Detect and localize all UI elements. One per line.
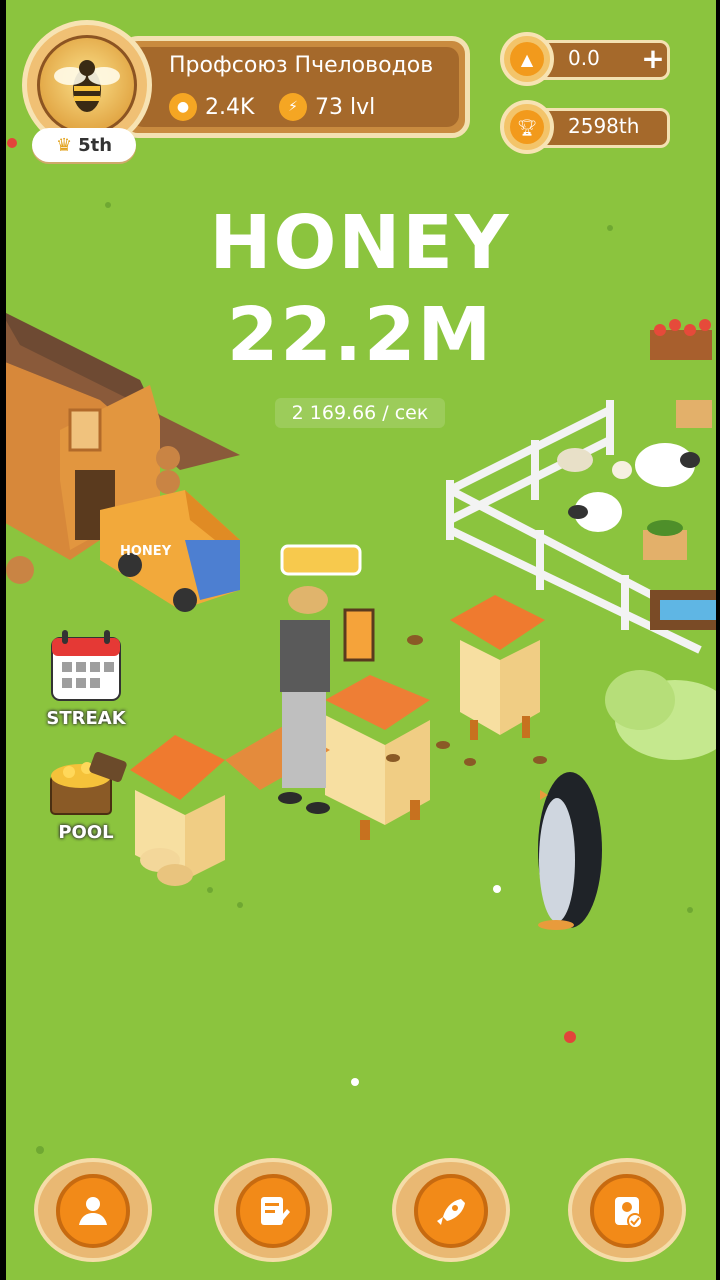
rank-value: 5th [78,134,113,156]
lightning-icon: ⚡ [279,93,307,121]
sheep [557,443,700,532]
members-icon: ● [169,93,197,121]
treasure-chest-icon [50,751,127,815]
leaderboard-rank: 2598th [568,114,640,138]
beehive-right [450,595,545,740]
nav-earn-button[interactable] [568,1158,686,1262]
leaderboard-panel[interactable]: 🏆︎ 2598th [500,100,676,154]
trophy-icon: 🏆︎ [500,100,554,154]
level-stat: ⚡ 73 lvl [279,93,375,121]
coins-panel: ▲ 0.0 + [500,32,676,86]
friends-icon [56,1174,130,1248]
streak-button[interactable]: STREAK [34,628,138,729]
bee-icon [54,60,120,112]
honey-rate: 2 169.66 / сек [275,398,445,428]
calendar-icon [51,630,121,701]
crown-icon: ♛ [55,134,73,156]
beehive-center [325,675,430,840]
nav-tasks-button[interactable] [214,1158,332,1262]
union-panel[interactable]: Профсоюз Пчеловодов ● 2.4K ⚡ 73 lvl [120,36,470,138]
streak-label: STREAK [46,708,126,729]
union-name: Профсоюз Пчеловодов [169,53,434,78]
members-stat: ● 2.4K [169,93,254,121]
penguin [538,772,602,930]
union-rank-badge: ♛ 5th [32,128,136,162]
flower-icon [564,1031,576,1043]
coin-icon: ▲ [500,32,554,86]
truck-label: HONEY [120,544,172,559]
tasks-icon [236,1174,310,1248]
add-coins-button[interactable]: + [640,45,666,73]
nav-boost-button[interactable] [392,1158,510,1262]
profile-check-icon [590,1174,664,1248]
game-screen: HONEY Профсоюз Пчеловодов ● 2.4K ⚡ 73 lv… [0,0,720,1280]
honey-amount: 22.2M [226,292,494,378]
level-value: 73 lvl [315,94,376,120]
pool-label: POOL [58,822,114,843]
honey-title: HONEY [209,200,511,286]
coins-value: 0.0 [568,46,600,70]
rocket-icon [414,1174,488,1248]
honey-truck: HONEY [100,490,240,612]
pool-button[interactable]: POOL [34,751,138,843]
members-count: 2.4K [205,94,255,120]
nav-friends-button[interactable] [34,1158,152,1262]
